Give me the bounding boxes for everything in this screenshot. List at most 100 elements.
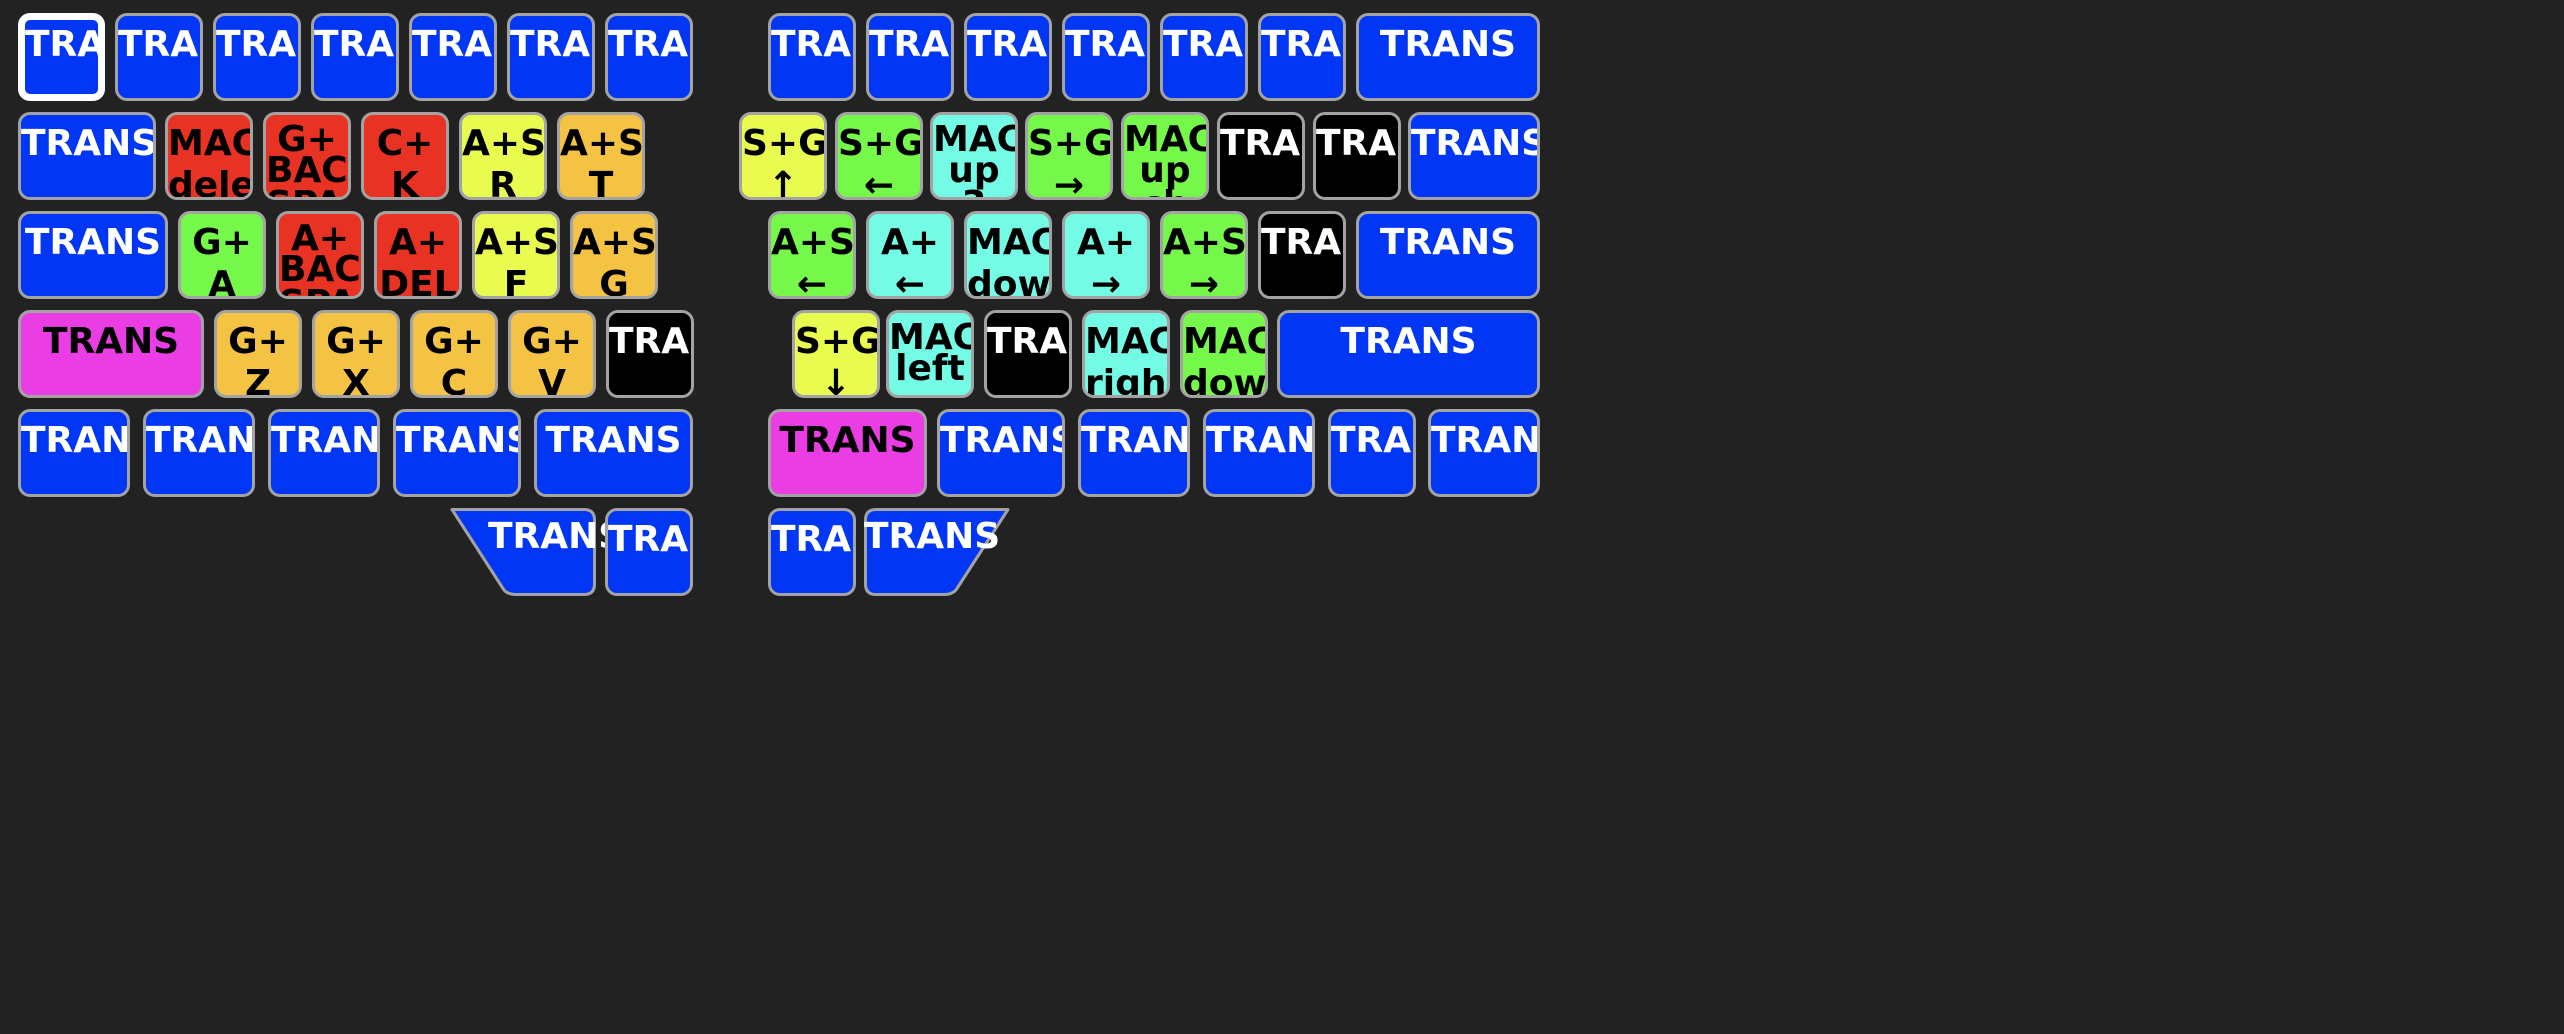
key-label-line-1: TRANS — [1379, 24, 1517, 65]
key-l4-4[interactable]: TRANS — [534, 409, 693, 497]
key-rt-0[interactable]: TRANS — [768, 508, 856, 596]
key-l2-0[interactable]: TRANS — [18, 211, 168, 299]
key-label-line-1: TRANS — [118, 24, 200, 65]
key-label-line-2: A — [208, 264, 236, 299]
key-label-line-2: T — [588, 165, 614, 200]
key-l1-0[interactable]: TRANS — [18, 112, 156, 200]
key-l1-4[interactable]: A+S+R — [459, 112, 547, 200]
key-label-line-2: delet — [168, 165, 253, 200]
key-r2-5[interactable]: TRANS — [1258, 211, 1346, 299]
key-r3-2[interactable]: TRANS — [984, 310, 1072, 398]
key-label-line-1: TRANS — [940, 420, 1065, 461]
key-l1-2[interactable]: G+BACKSPACE — [263, 112, 351, 200]
key-label-line-1: MACRO — [1085, 321, 1167, 362]
key-label-line-1: S+G+ — [1028, 123, 1113, 164]
key-r3-4[interactable]: MACROdown — [1180, 310, 1268, 398]
key-r3-3[interactable]: MACROright — [1082, 310, 1170, 398]
key-r0-3[interactable]: TRANS — [1062, 13, 1150, 101]
key-l2-4[interactable]: A+S+F — [472, 211, 560, 299]
key-label-line-1: A+S+ — [771, 222, 855, 263]
key-r2-1[interactable]: A+ ← — [866, 211, 954, 299]
key-label-line-3: SPACE — [279, 286, 361, 297]
key-l3-1[interactable]: G+ Z — [214, 310, 302, 398]
key-r3-1[interactable]: MACROleft — [886, 310, 974, 398]
key-lt-0-thumb-shape[interactable] — [448, 508, 596, 596]
key-r1-2[interactable]: MACROup3 — [930, 112, 1018, 200]
key-label-line-1: TRANS — [1081, 420, 1190, 461]
key-label-line-1: TRANS — [1431, 420, 1540, 461]
key-l3-5[interactable]: TRANS — [606, 310, 694, 398]
key-l3-4[interactable]: G+ V — [508, 310, 596, 398]
key-l1-1[interactable]: MACROdelet — [165, 112, 253, 200]
key-r3-5[interactable]: TRANS — [1277, 310, 1540, 398]
key-r4-4[interactable]: TRANS — [1328, 409, 1416, 497]
key-r0-0[interactable]: TRANS — [768, 13, 856, 101]
key-label-line-1: TRANS — [545, 420, 682, 461]
key-r4-1[interactable]: TRANS — [937, 409, 1065, 497]
key-label-line-2: ↓ — [820, 363, 852, 398]
key-l0-6[interactable]: TRANS — [605, 13, 693, 101]
key-r0-1[interactable]: TRANS — [866, 13, 954, 101]
key-l2-1[interactable]: G+ A — [178, 211, 266, 299]
key-l0-3[interactable]: TRANS — [311, 13, 399, 101]
key-l4-2[interactable]: TRANS — [268, 409, 380, 497]
key-r2-2[interactable]: MACROdown — [964, 211, 1052, 299]
key-l0-2[interactable]: TRANS — [213, 13, 301, 101]
key-l0-1[interactable]: TRANS — [115, 13, 203, 101]
key-l2-2[interactable]: A+BACKSPACE — [276, 211, 364, 299]
key-label-line-1: TRANS — [1411, 123, 1540, 164]
key-l2-3[interactable]: A+ DEL — [374, 211, 462, 299]
key-label-line-2: down — [1183, 363, 1267, 398]
key-r0-6[interactable]: TRANS — [1356, 13, 1540, 101]
key-l0-5[interactable]: TRANS — [507, 13, 595, 101]
key-r1-6[interactable]: TRANS — [1313, 112, 1401, 200]
key-label-line-2: X — [342, 363, 370, 398]
key-l1-3[interactable]: C+ K — [361, 112, 449, 200]
key-l0-4[interactable]: TRANS — [409, 13, 497, 101]
key-label-line-1: MACRO — [1183, 321, 1265, 362]
key-l1-5[interactable]: A+S+T — [557, 112, 645, 200]
key-label-line-1: TRANS — [146, 420, 255, 461]
key-l4-3[interactable]: TRANS — [393, 409, 521, 497]
key-r4-0[interactable]: TRANS — [768, 409, 927, 497]
key-r1-3[interactable]: S+G+→ — [1025, 112, 1113, 200]
key-label-line-3: 3 — [933, 187, 1015, 198]
key-r0-2[interactable]: TRANS — [964, 13, 1052, 101]
key-r0-4[interactable]: TRANS — [1160, 13, 1248, 101]
key-label-line-1: A+S+ — [560, 123, 644, 164]
key-label-line-2: DEL — [379, 264, 457, 299]
key-r2-6[interactable]: TRANS — [1356, 211, 1540, 299]
key-r4-5[interactable]: TRANS — [1428, 409, 1540, 497]
key-r3-0[interactable]: S+G+↓ — [792, 310, 880, 398]
key-l0-0[interactable]: TRANS — [18, 13, 105, 101]
key-label-line-1: TRANS — [510, 24, 592, 65]
key-rt-1-thumb-shape[interactable] — [864, 508, 1012, 596]
thumb-key-body[interactable] — [864, 508, 1010, 596]
thumb-key-body[interactable] — [450, 508, 596, 596]
key-l3-2[interactable]: G+ X — [312, 310, 400, 398]
key-label-line-2: Z — [244, 363, 272, 398]
key-r1-4[interactable]: MACROupch — [1121, 112, 1209, 200]
key-r1-5[interactable]: TRANS — [1217, 112, 1305, 200]
key-l4-0[interactable]: TRANS — [18, 409, 130, 497]
key-r2-3[interactable]: A+ → — [1062, 211, 1150, 299]
key-label-line-1: TRANS — [1379, 222, 1517, 263]
key-label-line-1: TRANS — [314, 24, 396, 65]
key-r2-0[interactable]: A+S+← — [768, 211, 856, 299]
key-l3-0[interactable]: TRANS — [18, 310, 204, 398]
key-r4-3[interactable]: TRANS — [1203, 409, 1315, 497]
key-lt-1[interactable]: TRANS — [605, 508, 693, 596]
key-r2-4[interactable]: A+S+→ — [1160, 211, 1248, 299]
key-r1-0[interactable]: S+G+↑ — [739, 112, 827, 200]
key-label-line-2: → — [1053, 165, 1085, 200]
key-l3-3[interactable]: G+ C — [410, 310, 498, 398]
key-l2-5[interactable]: A+S+G — [570, 211, 658, 299]
key-label-line-1: G+ — [424, 321, 484, 362]
key-r0-5[interactable]: TRANS — [1258, 13, 1346, 101]
key-r4-2[interactable]: TRANS — [1078, 409, 1190, 497]
key-label-line-2: ← — [863, 165, 895, 200]
key-label-line-1: TRANS — [1065, 24, 1147, 65]
key-r1-1[interactable]: S+G+← — [835, 112, 923, 200]
key-r1-7[interactable]: TRANS — [1408, 112, 1540, 200]
key-l4-1[interactable]: TRANS — [143, 409, 255, 497]
